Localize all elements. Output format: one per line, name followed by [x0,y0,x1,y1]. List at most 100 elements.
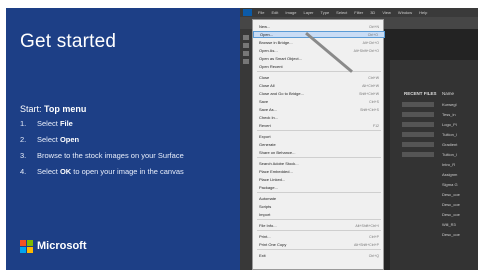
menu-file[interactable]: File [258,10,264,15]
file-name[interactable]: Tuition_I [442,152,457,157]
file-menu-item[interactable]: Print... Ctrl+P [253,233,385,240]
steps-list: 1. Select File 2. Select Open 3. Browse … [20,119,232,183]
menu-item-label: Open As... [259,48,278,53]
file-name[interactable]: Gradient [442,142,457,147]
menu-item-label: Place Linked... [259,177,286,182]
menu-item-label: Browse in Bridge... [259,40,293,45]
microsoft-logo: Microsoft [20,240,87,253]
file-menu-item[interactable]: Automate [253,195,385,202]
file-name[interactable]: Desc_coe [442,192,460,197]
file-menu-item[interactable]: Open... Ctrl+O [253,31,385,38]
file-name[interactable]: Assignm [442,172,457,177]
menu-item-shortcut: Alt+Shift+Ctrl+P [354,242,379,247]
menu-separator [257,249,381,250]
file-name[interactable]: Desc_coe [442,212,460,217]
move-tool-icon[interactable] [243,35,249,40]
file-name[interactable]: Desc_coe [442,202,460,207]
menu-item-label: Close All [259,83,275,88]
file-name[interactable]: Will_R3 [442,222,456,227]
file-menu-item[interactable]: Open as Smart Object... [253,55,385,62]
file-name[interactable]: Tess_in [442,112,456,117]
file-menu-item[interactable]: Revert F12 [253,122,385,129]
menu-image[interactable]: Image [285,10,296,15]
file-menu-item[interactable]: Search Adobe Stock... [253,160,385,167]
menu-window[interactable]: Window [398,10,412,15]
recent-file-row[interactable] [402,102,434,107]
menu-filter[interactable]: Filter [354,10,363,15]
menu-layer[interactable]: Layer [303,10,313,15]
menu-help[interactable]: Help [419,10,427,15]
file-menu-item[interactable]: Scripts [253,203,385,210]
step-item: 4. Select OK to open your image in the c… [20,167,232,177]
file-name[interactable]: Intro_R [442,162,455,167]
file-menu-item[interactable]: Place Embedded... [253,168,385,175]
file-menu-item[interactable]: File Info... Alt+Shift+Ctrl+I [253,222,385,229]
menu-item-label: Share on Behance... [259,150,296,155]
menu-separator [257,71,381,72]
recent-file-row[interactable] [402,122,434,127]
file-menu-item[interactable]: Print One Copy Alt+Shift+Ctrl+P [253,241,385,248]
file-name[interactable]: Kurwegl [442,102,456,107]
recent-file-row[interactable] [402,142,434,147]
step-text-pre: Select [37,119,60,128]
crop-tool-icon[interactable] [243,59,249,64]
step-text-bold: Open [59,135,80,144]
file-menu-item[interactable]: New... Ctrl+N [253,23,385,30]
file-menu-item[interactable]: Package... [253,184,385,191]
logo-square-blue [20,247,26,253]
file-menu-item[interactable]: Share on Behance... [253,149,385,156]
menu-item-shortcut: Ctrl+Q [368,253,379,258]
logo-square-yellow [27,247,33,253]
menu-item-label: Package... [259,185,278,190]
lasso-tool-icon[interactable] [243,51,249,56]
menu-item-shortcut: F12 [372,123,379,128]
file-menu-item[interactable]: Save As... Shift+Ctrl+S [253,106,385,113]
file-menu-item[interactable]: Close and Go to Bridge... Shift+Ctrl+W [253,90,385,97]
menu-view[interactable]: View [382,10,391,15]
step-item: 3. Browse to the stock images on your Su… [20,151,232,161]
instructions-panel: Get started Start: Top menu 1. Select Fi… [6,8,240,270]
file-name[interactable]: Logo_Pl [442,122,457,127]
app-menubar: File Edit Image Layer Type Select Filter… [240,8,478,17]
menu-item-label: Save As... [259,107,278,112]
recent-file-row[interactable] [402,152,434,157]
step-text: Select Open [37,135,79,145]
menu-separator [257,192,381,193]
menu-item-label: Open as Smart Object... [259,56,302,61]
menu-separator [257,219,381,220]
menu-3d[interactable]: 3D [370,10,375,15]
menu-separator [257,157,381,158]
recent-file-row[interactable] [402,132,434,137]
file-menu-item[interactable]: Save Ctrl+S [253,98,385,105]
start-panel: RECENT FILES Name Kurwegl Tess_in Logo_P… [390,60,478,270]
marquee-tool-icon[interactable] [243,43,249,48]
menu-item-label: Open Recent [259,64,283,69]
file-menu-item[interactable]: Export [253,133,385,140]
menu-item-label: Revert [259,123,271,128]
file-name[interactable]: Sigma G [442,182,458,187]
step-text-bold: File [59,119,73,128]
file-menu-item[interactable]: Import [253,211,385,218]
step-number: 4. [20,167,27,176]
menu-item-label: Search Adobe Stock... [259,161,299,166]
file-menu-item[interactable]: Open As... Alt+Shift+Ctrl+O [253,47,385,54]
page-title: Get started [20,31,117,52]
menu-select[interactable]: Select [336,10,347,15]
file-menu-item[interactable]: Generate [253,141,385,148]
file-menu-item[interactable]: Open Recent [253,63,385,70]
menu-item-label: File Info... [259,223,277,228]
file-name[interactable]: Desc_coe [442,232,460,237]
menu-item-label: Place Embedded... [259,169,293,174]
menu-edit[interactable]: Edit [271,10,278,15]
menu-item-shortcut: Shift+Ctrl+S [360,107,379,112]
file-menu-item[interactable]: Close Ctrl+W [253,74,385,81]
recent-file-row[interactable] [402,112,434,117]
menu-separator [257,130,381,131]
file-menu-item[interactable]: Place Linked... [253,176,385,183]
step-text-post: to open your image in the canvas [71,167,184,176]
file-menu-item[interactable]: Close All Alt+Ctrl+W [253,82,385,89]
file-name[interactable]: Tuition_I [442,132,457,137]
file-menu-item[interactable]: Exit Ctrl+Q [253,252,385,259]
menu-type[interactable]: Type [321,10,330,15]
file-menu-item[interactable]: Check In... [253,114,385,121]
